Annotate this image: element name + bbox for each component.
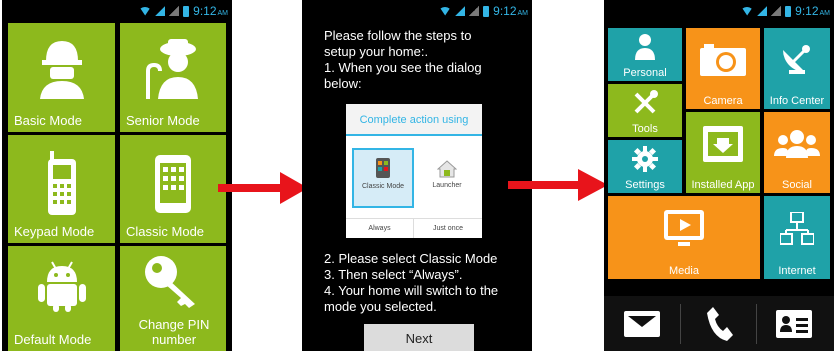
senior-icon <box>146 39 198 99</box>
installed-app-icon <box>703 126 743 162</box>
battery-icon <box>183 5 190 17</box>
gear-icon <box>632 146 658 172</box>
default-mode-tile[interactable]: Default Mode <box>8 246 115 351</box>
launcher-home-icon <box>437 160 457 178</box>
clock: 9:12AM <box>493 4 528 18</box>
camera-icon <box>700 44 746 76</box>
status-bar: 9:12AM <box>302 0 532 22</box>
signal-icon <box>155 6 166 16</box>
signal-icon-secondary <box>771 6 782 16</box>
signal-icon <box>757 6 768 16</box>
smartphone-icon <box>155 155 191 213</box>
tile-label: Default Mode <box>14 332 92 347</box>
android-icon <box>37 261 86 312</box>
worker-icon <box>39 41 84 99</box>
dialog-title: Complete action using <box>346 104 482 136</box>
info-center-tile[interactable]: Info Center <box>764 28 830 109</box>
change-pin-tile[interactable]: Change PIN number <box>120 246 226 351</box>
satellite-dish-icon <box>783 45 810 74</box>
social-tile[interactable]: Social <box>764 112 830 193</box>
tile-label: Classic Mode <box>126 224 205 239</box>
launcher-option[interactable]: Launcher <box>416 148 478 208</box>
media-tile[interactable]: Media <box>608 196 760 279</box>
setup-instructions-screen: 9:12AM Please follow the steps to setup … <box>302 0 532 351</box>
senior-mode-tile[interactable]: Senior Mode <box>120 23 226 132</box>
contacts-icon <box>776 310 812 338</box>
tile-label: Basic Mode <box>14 113 82 128</box>
person-icon <box>635 34 655 60</box>
wifi-icon <box>439 6 452 16</box>
tools-icon <box>634 90 658 114</box>
classic-launcher-screen: 9:12AM Personal Camera Info Center Tools… <box>604 0 834 351</box>
mode-selection-screen: 9:12AM Basic Mode Senior Mode Keypad Mod… <box>2 0 232 351</box>
settings-tile[interactable]: Settings <box>608 140 682 193</box>
signal-icon <box>455 6 466 16</box>
tools-tile[interactable]: Tools <box>608 84 682 137</box>
battery-icon <box>785 5 792 17</box>
instructions-steps: 2. Please select Classic Mode 3. Then se… <box>324 251 499 314</box>
classic-mode-option[interactable]: Classic Mode <box>352 148 414 208</box>
keypad-mode-tile[interactable]: Keypad Mode <box>8 135 115 243</box>
classic-mode-app-icon <box>376 158 390 178</box>
contacts-button[interactable] <box>766 302 822 346</box>
tile-label: Change PIN number <box>138 317 210 347</box>
basic-mode-tile[interactable]: Basic Mode <box>8 23 115 132</box>
personal-tile[interactable]: Personal <box>608 28 682 81</box>
phone-icon <box>707 307 733 341</box>
instructions-intro: Please follow the steps to setup your ho… <box>324 28 482 91</box>
wifi-icon <box>139 6 152 16</box>
status-bar: 9:12AM <box>604 0 834 22</box>
wifi-icon <box>741 6 754 16</box>
messages-button[interactable] <box>614 302 670 346</box>
installed-app-tile[interactable]: Installed App <box>686 112 760 193</box>
signal-icon-secondary <box>469 6 480 16</box>
network-icon <box>780 212 814 245</box>
clock: 9:12AM <box>795 4 830 18</box>
internet-tile[interactable]: Internet <box>764 196 830 279</box>
clock: 9:12AM <box>193 4 228 18</box>
tile-label: Keypad Mode <box>14 224 95 239</box>
signal-icon-secondary <box>169 6 180 16</box>
camera-tile[interactable]: Camera <box>686 28 760 109</box>
dock <box>604 296 834 351</box>
just-once-button[interactable]: Just once <box>414 218 482 238</box>
classic-mode-tile[interactable]: Classic Mode <box>120 135 226 243</box>
video-player-icon <box>664 210 704 246</box>
always-button[interactable]: Always <box>346 218 414 238</box>
key-icon <box>145 256 195 308</box>
keypad-phone-icon <box>47 151 76 215</box>
complete-action-dialog: Complete action using Classic Mode Launc… <box>346 104 482 238</box>
arrow-right-icon <box>508 169 608 201</box>
tile-label: Senior Mode <box>126 113 200 128</box>
battery-icon <box>483 5 490 17</box>
dock-divider <box>756 304 757 344</box>
next-button[interactable]: Next <box>364 324 474 351</box>
messages-icon <box>624 311 660 337</box>
phone-button[interactable] <box>692 302 748 346</box>
dock-divider <box>680 304 681 344</box>
people-group-icon <box>774 130 820 158</box>
status-bar: 9:12AM <box>2 0 232 22</box>
arrow-right-icon <box>218 172 308 204</box>
